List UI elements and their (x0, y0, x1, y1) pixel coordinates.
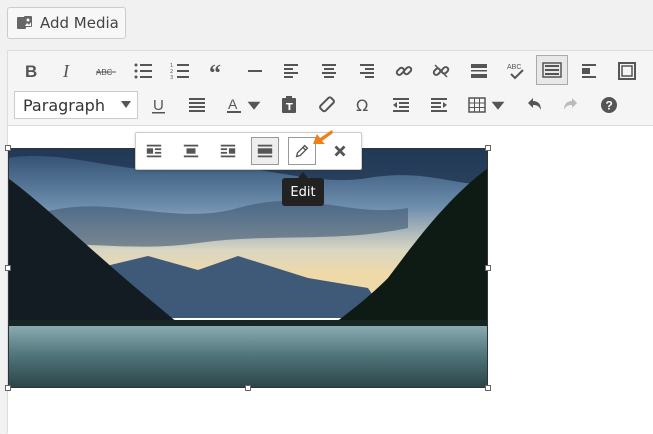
toolbar-toggle-icon[interactable] (536, 55, 568, 85)
read-more-icon[interactable] (464, 56, 494, 86)
image-selection-frame (8, 148, 488, 388)
resize-handle-bottom[interactable] (245, 385, 251, 391)
distraction-free-icon[interactable] (575, 56, 605, 86)
resize-handle-left[interactable] (5, 265, 11, 271)
outdent-icon[interactable] (386, 90, 416, 120)
resize-handle-bottom-right[interactable] (485, 385, 491, 391)
spellcheck-icon[interactable]: ABC (501, 56, 531, 86)
resize-handle-top-right[interactable] (485, 145, 491, 151)
blockquote-icon[interactable]: “ (203, 56, 233, 86)
image-align-left-icon[interactable] (140, 137, 168, 165)
resize-handle-bottom-left[interactable] (5, 385, 11, 391)
resize-handle-right[interactable] (485, 265, 491, 271)
text-color-dropdown-icon[interactable] (246, 90, 262, 120)
horizontal-line-icon[interactable] (240, 56, 270, 86)
svg-text:A: A (228, 96, 238, 112)
special-character-icon[interactable]: Ω (349, 90, 379, 120)
editor-content[interactable]: Edit (5, 126, 653, 434)
align-right-icon[interactable] (351, 56, 381, 86)
insert-link-icon[interactable] (389, 56, 419, 86)
svg-text:“: “ (209, 61, 221, 81)
resize-handle-top-left[interactable] (5, 145, 11, 151)
media-icon (16, 14, 34, 32)
editor-toolbar: B I ABC 123 “ ABC Paragraph U A T Ω ? (8, 51, 653, 126)
remove-link-icon[interactable] (426, 56, 456, 86)
bullet-list-icon[interactable] (128, 56, 158, 86)
pointer-arrow-icon (311, 128, 335, 148)
undo-icon[interactable] (519, 90, 549, 120)
image-align-center-icon[interactable] (177, 137, 205, 165)
fullscreen-icon[interactable] (612, 56, 642, 86)
svg-text:?: ? (606, 99, 613, 113)
image-align-none-icon[interactable] (251, 137, 279, 165)
justify-icon[interactable] (182, 90, 212, 120)
align-center-icon[interactable] (314, 56, 344, 86)
clear-formatting-icon[interactable] (312, 90, 342, 120)
spellcheck-label: ABC (507, 64, 521, 71)
edit-tooltip: Edit (282, 172, 324, 206)
paragraph-format-value: Paragraph (23, 95, 105, 115)
svg-text:Ω: Ω (356, 96, 368, 115)
svg-text:I: I (62, 61, 70, 81)
edit-tooltip-label: Edit (290, 184, 316, 200)
numbered-list-icon[interactable]: 123 (165, 56, 195, 86)
svg-text:3: 3 (170, 75, 173, 81)
indent-icon[interactable] (424, 90, 454, 120)
add-media-label: Add Media (40, 14, 119, 32)
paste-as-text-icon[interactable]: T (274, 90, 304, 120)
italic-button[interactable]: I (53, 56, 83, 86)
editor: B I ABC 123 “ ABC Paragraph U A T Ω ? Ed… (5, 50, 653, 434)
svg-text:B: B (25, 62, 37, 81)
table-dropdown-icon[interactable] (490, 90, 506, 120)
chevron-down-icon (121, 101, 131, 108)
table-icon[interactable] (462, 90, 492, 120)
svg-text:U: U (153, 97, 164, 114)
svg-text:T: T (286, 102, 293, 113)
media-bar: Add Media (0, 0, 653, 48)
paragraph-format-select[interactable]: Paragraph (14, 91, 138, 119)
underline-icon[interactable]: U (144, 90, 174, 120)
strikethrough-button[interactable]: ABC (91, 56, 121, 86)
align-left-icon[interactable] (277, 56, 307, 86)
bold-button[interactable]: B (16, 56, 46, 86)
add-media-button[interactable]: Add Media (7, 7, 126, 39)
redo-icon[interactable] (556, 90, 586, 120)
help-icon[interactable]: ? (594, 90, 624, 120)
image-align-right-icon[interactable] (214, 137, 242, 165)
